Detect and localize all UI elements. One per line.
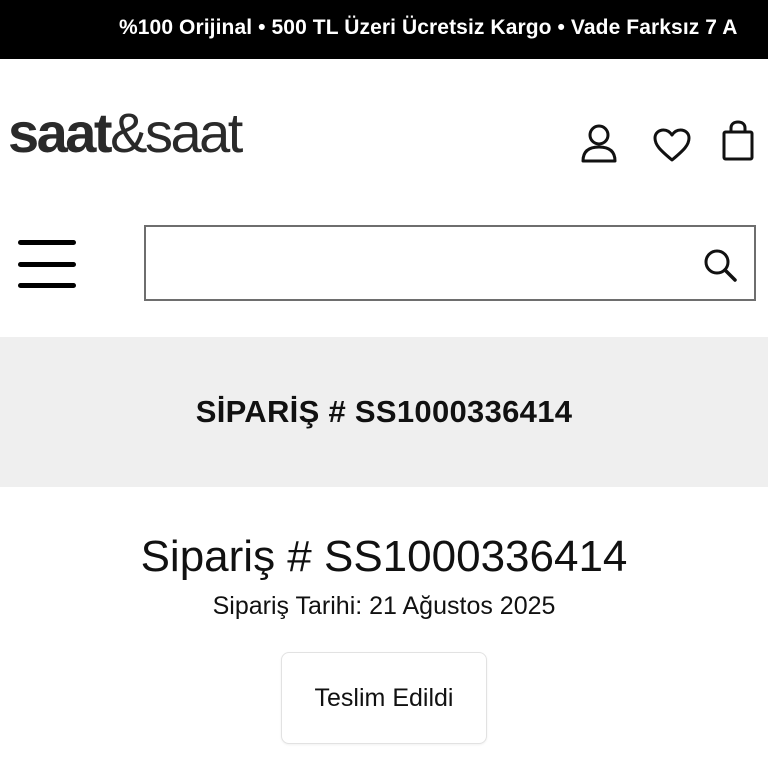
hamburger-bar [18,262,76,267]
announcement-bar: %100 Orijinal • 500 TL Üzeri Ücretsiz Ka… [0,0,768,59]
announcement-text: %100 Orijinal • 500 TL Üzeri Ücretsiz Ka… [119,16,738,39]
hamburger-bar [18,283,76,288]
site-header: saat&saat [0,59,768,209]
logo-ampersand: & [110,101,147,164]
logo-part-2: saat [144,101,243,164]
wishlist-button[interactable] [650,123,694,167]
account-button[interactable] [577,121,621,165]
order-status-badge: Teslim Edildi [281,652,487,744]
shopping-bag-icon [722,120,754,161]
search-input[interactable] [156,237,690,291]
logo-part-1: saat [8,101,113,164]
search-box [144,225,756,301]
order-banner-title: SİPARİŞ # SS1000336414 [195,394,573,429]
order-date: Sipariş Tarihi: 21 Ağustos 2025 [212,592,556,620]
order-banner: SİPARİŞ # SS1000336414 [0,337,768,487]
cart-button[interactable] [716,119,760,163]
hamburger-menu-icon [18,240,76,245]
menu-button[interactable] [14,234,80,294]
heart-icon [653,128,691,162]
search-icon [704,249,737,282]
user-icon [581,124,617,163]
order-heading: Sipariş # SS1000336414 [140,532,628,581]
search-button[interactable] [698,243,742,287]
order-status-text: Teslim Edildi [314,683,454,712]
site-logo[interactable]: saat&saat [8,101,243,164]
